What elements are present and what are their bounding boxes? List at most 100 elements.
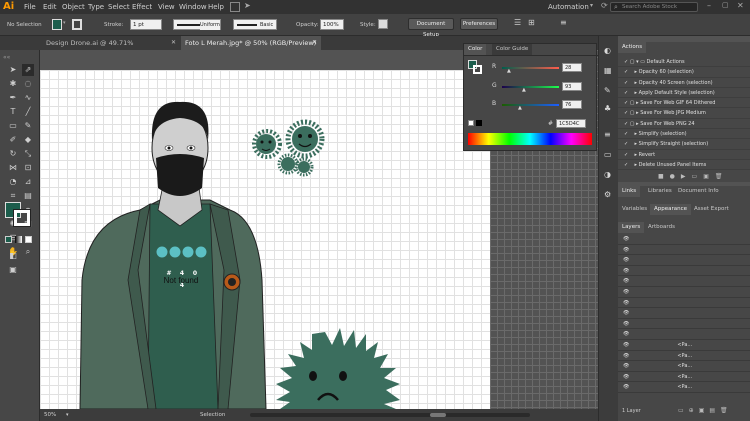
hex-field[interactable]: 1C5D4C: [556, 119, 586, 128]
action-item[interactable]: ✓ ▢ ▾ ▭ Default Actions: [618, 57, 750, 68]
green-field[interactable]: 93: [562, 82, 582, 91]
line-tool-icon[interactable]: ╱: [22, 106, 34, 118]
screen-mode-icon[interactable]: ▣: [7, 264, 19, 276]
layer-row[interactable]: 👁: [618, 266, 750, 277]
align-icon[interactable]: ☰: [514, 18, 521, 27]
tab-links[interactable]: Links: [618, 186, 641, 197]
maximize-button[interactable]: ▢: [722, 1, 729, 9]
type-tool-icon[interactable]: T: [7, 106, 19, 118]
menu-icon[interactable]: ≡: [560, 18, 567, 27]
red-field[interactable]: 28: [562, 63, 582, 72]
transparency-icon[interactable]: ◑: [604, 170, 611, 179]
width-tool-icon[interactable]: ⋈: [7, 162, 19, 174]
action-item[interactable]: ✓ ▸ Opacity 60 (selection): [618, 67, 750, 78]
paintbrush-icon[interactable]: ✎: [22, 120, 34, 132]
layer-row[interactable]: 👁 <Pa...: [618, 351, 750, 362]
collapse-icon[interactable]: ««: [3, 54, 10, 61]
sync-icon[interactable]: ⟳: [601, 1, 608, 10]
opacity-field[interactable]: 100%: [320, 19, 344, 30]
mesh-tool-icon[interactable]: ⌗: [7, 190, 19, 202]
rectangle-tool-icon[interactable]: ▭: [7, 120, 19, 132]
layer-row[interactable]: 👁: [618, 245, 750, 256]
tab-document-info[interactable]: Document Info: [674, 186, 723, 197]
layer-row[interactable]: 👁 <Pa...: [618, 382, 750, 393]
tab-color[interactable]: Color: [464, 44, 487, 55]
arrange-icon[interactable]: [230, 2, 240, 12]
tab-asset-export[interactable]: Asset Export: [690, 204, 733, 215]
brushes-icon[interactable]: ✎: [604, 86, 611, 95]
action-item[interactable]: ✓ ▸ Simplify (selection): [618, 129, 750, 140]
action-item[interactable]: ✓ ▢ ▸ Save For Web GIF 64 Dithered: [618, 98, 750, 109]
tab-actions[interactable]: Actions: [618, 42, 647, 53]
menu-edit[interactable]: Edit: [43, 0, 57, 14]
menu-help[interactable]: Help: [208, 0, 224, 14]
slider-thumb[interactable]: ▲: [522, 87, 526, 93]
layer-row[interactable]: 👁: [618, 329, 750, 340]
action-item[interactable]: ✓ ▸ Delete Unused Panel Items: [618, 160, 750, 171]
gradient-mode-icon[interactable]: [15, 236, 22, 243]
tab-design-drone[interactable]: Design Drone.ai @ 49.71% (RGB/Preview) ✕: [42, 36, 180, 61]
stroke-icon[interactable]: ≡: [604, 130, 611, 139]
shape-builder-icon[interactable]: ◔: [7, 176, 19, 188]
artwork-illustration[interactable]: [40, 70, 490, 409]
slider-thumb[interactable]: ▲: [518, 105, 522, 111]
menu-window[interactable]: Window: [179, 0, 207, 14]
symbols-icon[interactable]: ♣: [604, 104, 611, 113]
tab-foto-l-merah[interactable]: Foto L Merah.jpg* @ 50% (RGB/Preview) ✕: [181, 36, 321, 50]
color-panel-icon[interactable]: ◐: [604, 46, 611, 55]
layer-row[interactable]: 👁 <Pa...: [618, 372, 750, 383]
action-item[interactable]: ✓ ▸ Revert: [618, 150, 750, 160]
zoom-level[interactable]: 50%: [44, 409, 56, 421]
rotate-tool-icon[interactable]: ↻: [7, 148, 19, 160]
close-icon[interactable]: ✕: [312, 36, 317, 50]
pen-tool-icon[interactable]: ✒: [7, 92, 19, 104]
direct-selection-tool-icon[interactable]: ⇗: [22, 64, 34, 76]
gradient-tool-icon[interactable]: ▤: [22, 190, 34, 202]
layers-footer-controls[interactable]: ▭⊕▣▤🗑: [678, 407, 733, 414]
color-mode-icon[interactable]: [5, 236, 12, 243]
close-icon[interactable]: ✕: [171, 36, 176, 50]
chevron-down-icon[interactable]: ▾: [66, 409, 69, 421]
zoom-tool-icon[interactable]: ⌕: [22, 246, 34, 258]
menu-effect[interactable]: Effect: [132, 0, 152, 14]
blue-field[interactable]: 76: [562, 100, 582, 109]
stroke-weight-field[interactable]: 1 pt: [130, 19, 162, 30]
action-item[interactable]: ✓ ▸ Apply Default Style (selection): [618, 88, 750, 99]
workspace-switcher[interactable]: Automation: [548, 0, 589, 14]
artboard[interactable]: #4 04 Not found: [40, 70, 490, 409]
tab-artboards[interactable]: Artboards: [644, 222, 679, 233]
layer-row[interactable]: 👁: [618, 298, 750, 309]
action-item[interactable]: ✓ ▸ Simplify Straight (selection): [618, 139, 750, 150]
layer-row[interactable]: 👁: [618, 234, 750, 245]
scrollbar-thumb[interactable]: [430, 413, 446, 417]
shaper-tool-icon[interactable]: ✐: [7, 134, 19, 146]
layer-row[interactable]: 👁 <Pa...: [618, 361, 750, 372]
perspective-grid-icon[interactable]: ⊿: [22, 176, 34, 188]
selection-tool-icon[interactable]: ➤: [7, 64, 19, 76]
stroke-swatch[interactable]: [473, 65, 482, 74]
green-slider[interactable]: [502, 86, 559, 88]
layer-row[interactable]: 👁: [618, 255, 750, 266]
minimize-button[interactable]: –: [707, 1, 711, 10]
curvature-tool-icon[interactable]: ∿: [22, 92, 34, 104]
style-swatch[interactable]: [378, 19, 388, 29]
action-item[interactable]: ✓ ▸ Opacity 40 Screen (selection): [618, 78, 750, 88]
fill-swatch[interactable]: [52, 19, 62, 30]
action-item[interactable]: ✓ ▢ ▸ Save For Web PNG 24: [618, 119, 750, 130]
color-spectrum[interactable]: [468, 133, 592, 145]
layer-row[interactable]: 👁: [618, 308, 750, 319]
slider-thumb[interactable]: ▲: [507, 68, 511, 74]
gradient-icon[interactable]: ▭: [604, 150, 612, 159]
transform-icon[interactable]: ⊞: [528, 18, 535, 27]
chevron-down-icon[interactable]: ▾: [63, 20, 66, 26]
lasso-icon[interactable]: ◌: [22, 78, 34, 90]
actions-footer-controls[interactable]: ■●▶▭▣🗑: [658, 173, 728, 180]
preferences-button[interactable]: Preferences: [460, 18, 498, 30]
menu-select[interactable]: Select: [108, 0, 130, 14]
horizontal-scrollbar[interactable]: [250, 413, 530, 417]
search-input[interactable]: Search Adobe Stock: [622, 3, 677, 12]
free-transform-icon[interactable]: ⊡: [22, 162, 34, 174]
eraser-icon[interactable]: ◆: [22, 134, 34, 146]
tab-libraries[interactable]: Libraries: [644, 186, 676, 197]
white-swatch[interactable]: [468, 120, 474, 126]
